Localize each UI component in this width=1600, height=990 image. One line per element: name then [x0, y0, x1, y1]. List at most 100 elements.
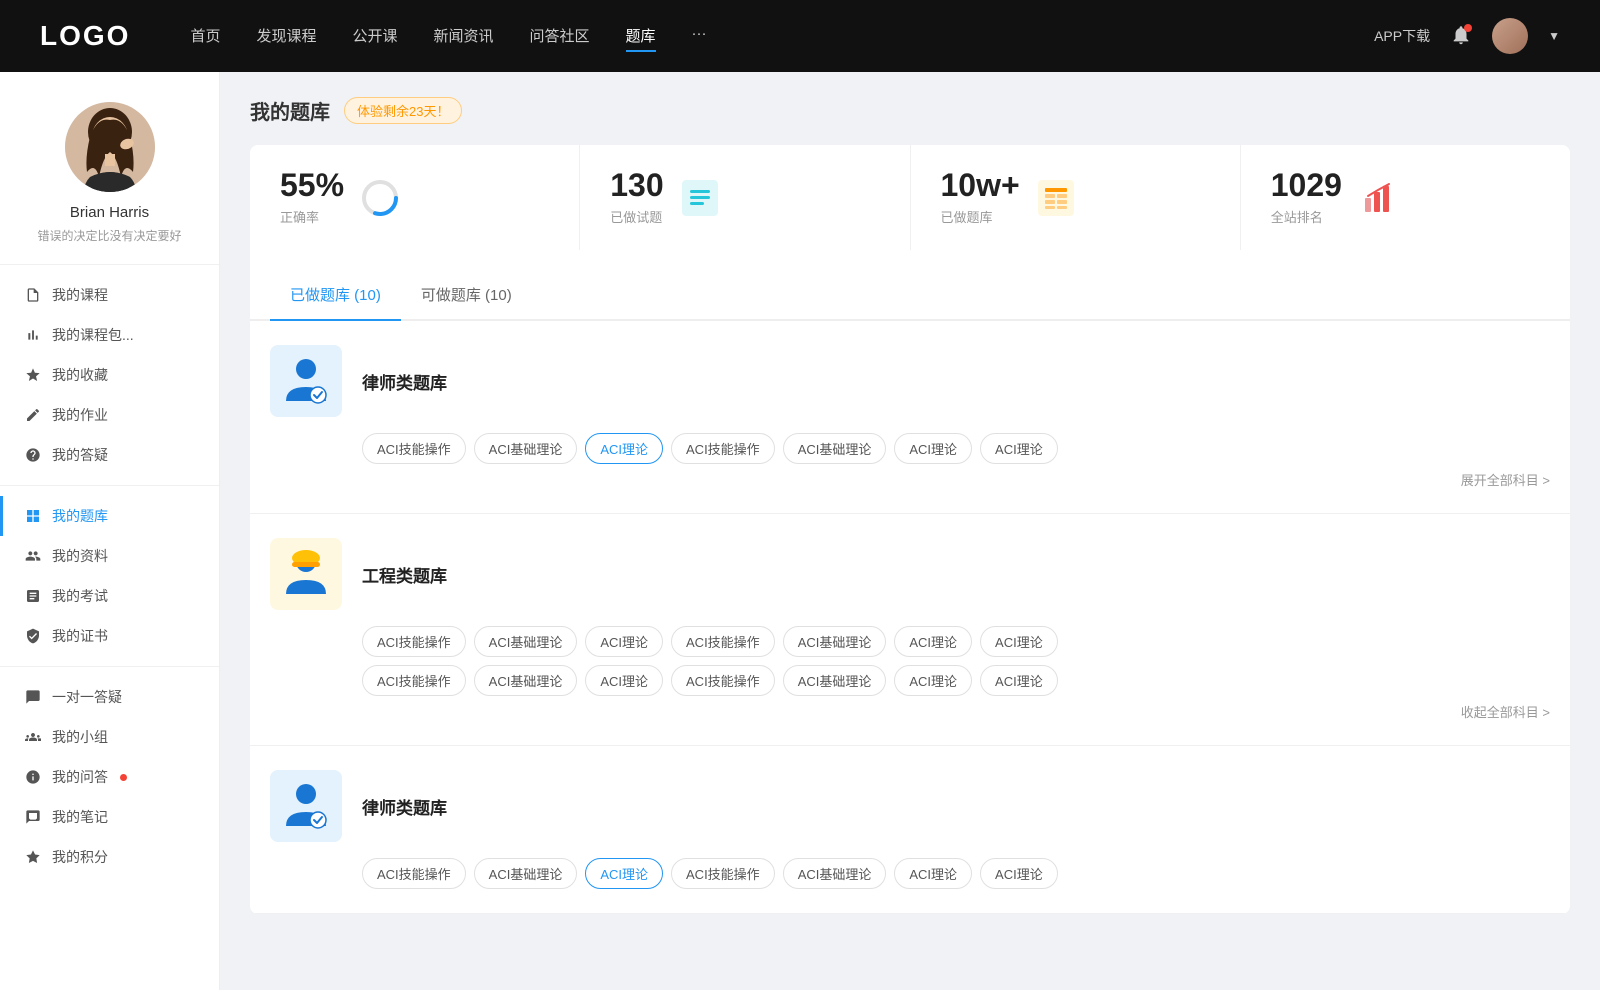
tag[interactable]: ACI理论 — [894, 858, 972, 889]
tag[interactable]: ACI基础理论 — [474, 858, 578, 889]
nav-discover[interactable]: 发现课程 — [256, 21, 316, 52]
sidebar-divider-top — [0, 264, 219, 265]
notification-dot — [1464, 24, 1472, 32]
sidebar-item-question-bank[interactable]: 我的题库 — [0, 496, 219, 536]
logo[interactable]: LOGO — [40, 20, 130, 52]
sidebar-item-exams[interactable]: 我的考试 — [0, 576, 219, 616]
nav-question-bank[interactable]: 题库 — [626, 21, 656, 52]
grid-icon — [24, 507, 42, 525]
tag[interactable]: ACI理论 — [894, 665, 972, 696]
tag[interactable]: ACI理论 — [980, 858, 1058, 889]
trial-badge: 体验剩余23天！ — [344, 97, 462, 124]
tag[interactable]: ACI技能操作 — [671, 626, 775, 657]
sidebar-item-notes[interactable]: 我的笔记 — [0, 797, 219, 837]
engineer-bank-icon — [270, 538, 342, 610]
tag[interactable]: ACI技能操作 — [362, 665, 466, 696]
sidebar-item-points[interactable]: 我的积分 — [0, 837, 219, 877]
user-menu-chevron[interactable]: ▼ — [1548, 29, 1560, 43]
tag[interactable]: ACI基础理论 — [783, 433, 887, 464]
question-circle-icon — [24, 446, 42, 464]
user-icon — [24, 547, 42, 565]
stat-accuracy: 55% 正确率 — [250, 145, 580, 250]
tag[interactable]: ACI基础理论 — [783, 858, 887, 889]
nav-more[interactable]: ··· — [692, 21, 707, 52]
expand-button-1[interactable]: 展开全部科目 > — [270, 464, 1550, 489]
stat-accuracy-label: 正确率 — [280, 207, 344, 226]
bank-tags-engineer-row2: ACI技能操作 ACI基础理论 ACI理论 ACI技能操作 ACI基础理论 AC… — [270, 665, 1550, 696]
list-icon — [680, 178, 720, 218]
sidebar-item-group[interactable]: 我的小组 — [0, 717, 219, 757]
app-download-button[interactable]: APP下载 — [1374, 26, 1430, 46]
tag[interactable]: ACI技能操作 — [671, 665, 775, 696]
tab-done[interactable]: 已做题库 (10) — [270, 270, 401, 321]
bank-title-engineer: 工程类题库 — [362, 562, 447, 587]
bar-chart-icon — [24, 326, 42, 344]
user-avatar[interactable] — [1492, 18, 1528, 54]
tag-active[interactable]: ACI理论 — [585, 433, 663, 464]
bank-card-lawyer-2: 律师类题库 ACI技能操作 ACI基础理论 ACI理论 ACI技能操作 ACI基… — [250, 746, 1570, 914]
bank-card-lawyer-1: 律师类题库 ACI技能操作 ACI基础理论 ACI理论 ACI技能操作 ACI基… — [250, 321, 1570, 514]
stat-accuracy-value: 55% — [280, 169, 344, 201]
bank-tags-lawyer-1: ACI技能操作 ACI基础理论 ACI理论 ACI技能操作 ACI基础理论 AC… — [270, 433, 1550, 464]
sidebar-item-favorites[interactable]: 我的收藏 — [0, 355, 219, 395]
sidebar-item-certificate[interactable]: 我的证书 — [0, 616, 219, 656]
nav-home[interactable]: 首页 — [190, 21, 220, 52]
tag[interactable]: ACI理论 — [894, 626, 972, 657]
edit-icon — [24, 406, 42, 424]
tab-available[interactable]: 可做题库 (10) — [401, 270, 532, 321]
stat-rank: 1029 全站排名 — [1241, 145, 1570, 250]
stat-banks-done-value: 10w+ — [941, 169, 1020, 201]
sidebar-item-profile[interactable]: 我的资料 — [0, 536, 219, 576]
lawyer-bank-icon-2 — [270, 770, 342, 842]
stat-banks-done: 10w+ 已做题库 — [911, 145, 1241, 250]
tag[interactable]: ACI理论 — [894, 433, 972, 464]
sidebar-username: Brian Harris — [70, 204, 149, 221]
score-icon — [24, 848, 42, 866]
certificate-icon — [24, 627, 42, 645]
sidebar-item-one-on-one[interactable]: 一对一答疑 — [0, 677, 219, 717]
pie-chart-icon — [360, 178, 400, 218]
tag[interactable]: ACI理论 — [585, 626, 663, 657]
tag[interactable]: ACI技能操作 — [362, 626, 466, 657]
sidebar-item-my-courses[interactable]: 我的课程 — [0, 275, 219, 315]
content-area: 55% 正确率 130 — [250, 145, 1570, 914]
tag[interactable]: ACI理论 — [980, 626, 1058, 657]
nav-news[interactable]: 新闻资讯 — [434, 21, 494, 52]
tag[interactable]: ACI理论 — [585, 665, 663, 696]
tag[interactable]: ACI基础理论 — [474, 433, 578, 464]
qa-icon — [24, 768, 42, 786]
lawyer-bank-icon — [270, 345, 342, 417]
main-nav: 首页 发现课程 公开课 新闻资讯 问答社区 题库 ··· — [190, 21, 1374, 52]
bank-tags-engineer-row1: ACI技能操作 ACI基础理论 ACI理论 ACI技能操作 ACI基础理论 AC… — [270, 626, 1550, 657]
tag[interactable]: ACI技能操作 — [362, 433, 466, 464]
tag[interactable]: ACI技能操作 — [362, 858, 466, 889]
document-icon — [24, 587, 42, 605]
sidebar: Brian Harris 错误的决定比没有决定要好 我的课程 我的课程包... … — [0, 72, 220, 990]
group-icon — [24, 728, 42, 746]
star-icon — [24, 366, 42, 384]
tag[interactable]: ACI技能操作 — [671, 433, 775, 464]
stat-questions-done: 130 已做试题 — [580, 145, 910, 250]
tag[interactable]: ACI理论 — [980, 433, 1058, 464]
stat-rank-label: 全站排名 — [1271, 207, 1342, 226]
sidebar-item-course-package[interactable]: 我的课程包... — [0, 315, 219, 355]
page-header: 我的题库 体验剩余23天！ — [250, 96, 1570, 125]
sidebar-item-questions[interactable]: 我的答疑 — [0, 435, 219, 475]
nav-qa[interactable]: 问答社区 — [530, 21, 590, 52]
note-icon — [24, 808, 42, 826]
stats-row: 55% 正确率 130 — [250, 145, 1570, 250]
notification-bell[interactable] — [1450, 24, 1472, 49]
collapse-button-engineer[interactable]: 收起全部科目 > — [270, 696, 1550, 721]
tag-active[interactable]: ACI理论 — [585, 858, 663, 889]
stat-questions-done-label: 已做试题 — [610, 207, 663, 226]
tag[interactable]: ACI基础理论 — [783, 626, 887, 657]
tag[interactable]: ACI基础理论 — [783, 665, 887, 696]
sidebar-item-homework[interactable]: 我的作业 — [0, 395, 219, 435]
tag[interactable]: ACI基础理论 — [474, 665, 578, 696]
sidebar-item-my-qa[interactable]: 我的问答 — [0, 757, 219, 797]
nav-open-course[interactable]: 公开课 — [352, 21, 397, 52]
tag[interactable]: ACI理论 — [980, 665, 1058, 696]
tag[interactable]: ACI技能操作 — [671, 858, 775, 889]
bank-title-lawyer-1: 律师类题库 — [362, 369, 447, 394]
tag[interactable]: ACI基础理论 — [474, 626, 578, 657]
